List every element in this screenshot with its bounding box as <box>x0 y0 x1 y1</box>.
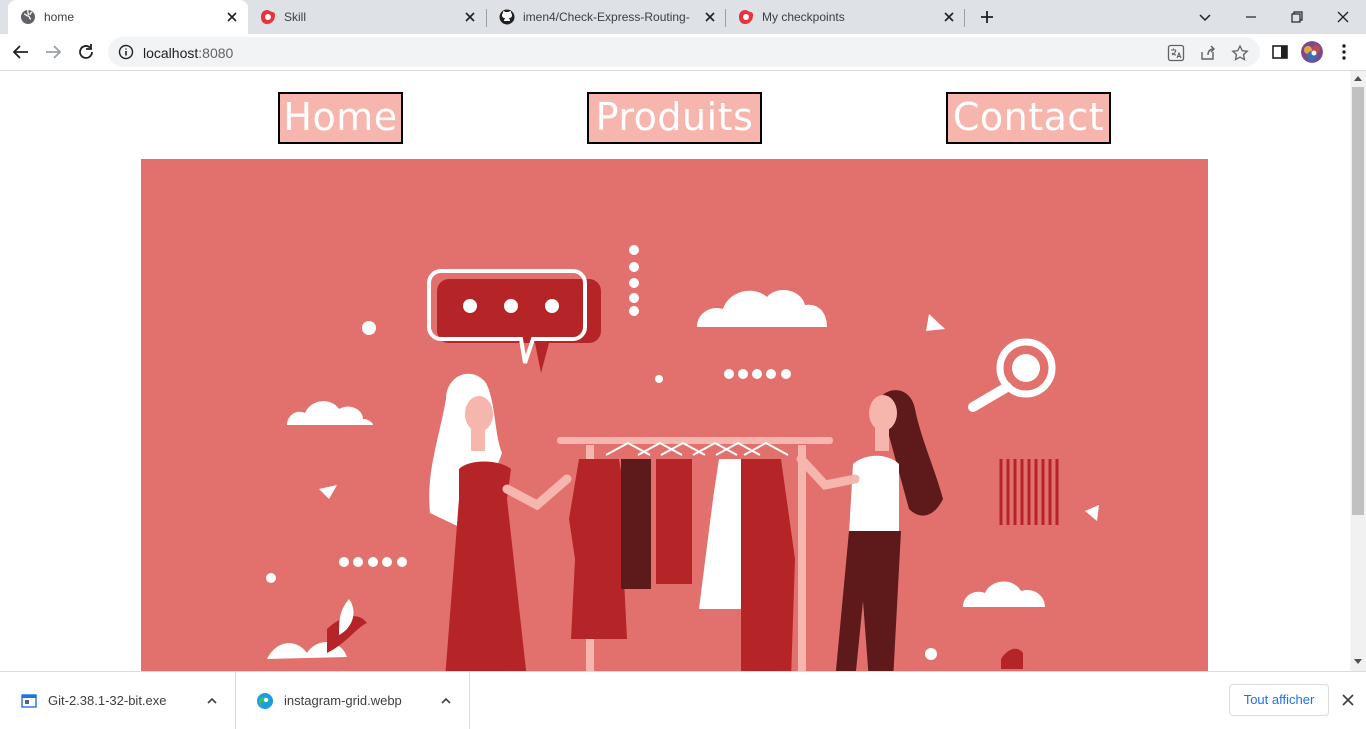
chevron-up-icon[interactable] <box>205 694 219 708</box>
close-icon[interactable] <box>224 9 240 25</box>
url-text[interactable]: localhost:8080 <box>143 45 233 61</box>
download-filename: instagram-grid.webp <box>284 693 402 708</box>
tab-title: imen4/Check-Express-Routing- <box>523 10 690 24</box>
github-icon <box>499 9 515 25</box>
forward-arrow-icon[interactable] <box>42 41 64 63</box>
url-host: localhost <box>143 45 199 61</box>
scrollbar-thumb[interactable] <box>1352 87 1364 515</box>
restore-window-icon[interactable] <box>1286 6 1308 28</box>
new-tab-plus-icon[interactable] <box>977 7 997 27</box>
bookmark-star-icon[interactable] <box>1231 44 1249 62</box>
site-info-icon[interactable] <box>118 44 134 60</box>
woman-left-illustration <box>429 373 572 671</box>
translate-icon[interactable] <box>1167 44 1185 62</box>
tab-separator <box>964 9 965 27</box>
close-icon[interactable] <box>702 9 718 25</box>
tab-strip: home Skill imen4/Check-Express-Routing- … <box>0 0 1366 34</box>
download-item[interactable]: instagram-grid.webp <box>236 672 470 729</box>
tab-home[interactable]: home <box>8 0 248 34</box>
reload-icon[interactable] <box>75 41 97 63</box>
tab-my-checkpoints[interactable]: My checkpoints <box>726 0 964 34</box>
url-port: :8080 <box>198 45 234 61</box>
nav-link-contact[interactable]: Contact <box>946 92 1111 144</box>
profile-avatar[interactable] <box>1301 41 1323 63</box>
speech-bubble-illustration <box>427 269 601 373</box>
gomycode-icon <box>260 9 276 25</box>
close-icon[interactable] <box>1340 692 1356 708</box>
hero-illustration <box>141 159 1208 671</box>
nav-link-produits[interactable]: Produits <box>587 92 762 144</box>
download-item[interactable]: Git-2.38.1-32-bit.exe <box>0 672 236 729</box>
chevron-up-icon[interactable] <box>439 694 453 708</box>
minimize-icon[interactable] <box>1240 6 1262 28</box>
page-viewport: Home Produits Contact <box>0 71 1350 671</box>
woman-right-illustration <box>796 390 943 671</box>
tab-title: Skill <box>284 10 307 24</box>
vertical-scrollbar[interactable] <box>1350 71 1366 671</box>
scroll-down-arrow-icon[interactable] <box>1354 659 1362 664</box>
browser-toolbar: localhost:8080 <box>0 34 1366 71</box>
show-all-downloads-button[interactable]: Tout afficher <box>1229 684 1329 716</box>
nav-link-home[interactable]: Home <box>278 92 403 144</box>
share-icon[interactable] <box>1199 44 1217 62</box>
download-shelf: Git-2.38.1-32-bit.exe instagram-grid.web… <box>0 671 1366 729</box>
close-icon[interactable] <box>462 9 478 25</box>
tab-skill[interactable]: Skill <box>248 0 486 34</box>
address-bar[interactable]: localhost:8080 <box>108 37 1260 67</box>
tab-search-chevron-down-icon[interactable] <box>1194 6 1216 28</box>
scroll-up-arrow-icon[interactable] <box>1354 76 1362 81</box>
installer-icon <box>20 692 38 710</box>
close-window-icon[interactable] <box>1332 6 1354 28</box>
globe-icon <box>20 9 36 25</box>
gomycode-icon <box>738 9 754 25</box>
back-arrow-icon[interactable] <box>10 41 32 63</box>
tab-title: My checkpoints <box>762 10 845 24</box>
side-panel-icon[interactable] <box>1269 41 1291 63</box>
more-menu-icon[interactable] <box>1333 41 1355 63</box>
edge-icon <box>256 692 274 710</box>
download-filename: Git-2.38.1-32-bit.exe <box>48 693 167 708</box>
close-icon[interactable] <box>941 9 957 25</box>
tab-title: home <box>44 10 75 24</box>
tab-github[interactable]: imen4/Check-Express-Routing- <box>487 0 725 34</box>
